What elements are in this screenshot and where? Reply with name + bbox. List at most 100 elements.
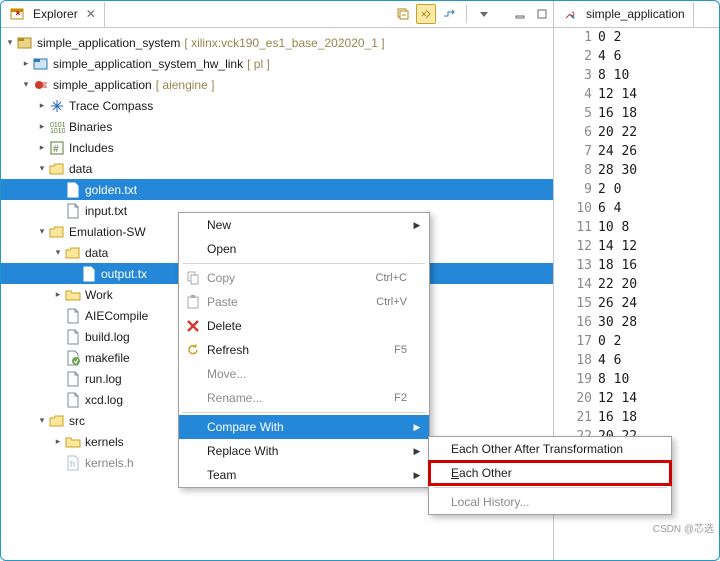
tree-item-label: simple_application (53, 78, 156, 92)
project-icon (17, 35, 33, 51)
ctx-move[interactable]: Move... (179, 362, 429, 386)
sm-item-label: Each Other (451, 466, 512, 480)
file-icon (65, 308, 81, 324)
tools-icon (562, 6, 578, 22)
ctx-compare[interactable]: Compare With▶ (179, 415, 429, 439)
file-icon (65, 371, 81, 387)
sm-each-other[interactable]: Each Other (429, 461, 671, 485)
delete-icon (183, 318, 203, 334)
toolbar-separator (466, 5, 467, 23)
file-icon (65, 329, 81, 345)
focus-task-button[interactable] (440, 5, 458, 23)
refresh-icon (183, 342, 203, 358)
collapse-all-button[interactable] (394, 5, 412, 23)
view-menu-button[interactable] (475, 5, 493, 23)
twisty-icon[interactable]: ▸ (51, 436, 65, 447)
sm-each-other-after[interactable]: Each Other After Transformation (429, 437, 671, 461)
tree-item-label: run.log (85, 372, 126, 386)
twisty-icon[interactable]: ▸ (35, 121, 49, 132)
tree-item-label: golden.txt (85, 183, 141, 197)
ctx-refresh[interactable]: RefreshF5 (179, 338, 429, 362)
tree-item-label: kernels (85, 435, 128, 449)
ctx-item-accel: F5 (394, 344, 411, 356)
ctx-item-label: Paste (203, 295, 376, 309)
minimize-button[interactable] (511, 5, 529, 23)
ctx-new[interactable]: New▶ (179, 213, 429, 237)
ctx-paste[interactable]: PasteCtrl+V (179, 290, 429, 314)
inc-icon: # (49, 140, 65, 156)
ctx-item-label: Compare With (203, 420, 411, 434)
link-editor-button[interactable] (416, 4, 436, 24)
svg-text:1010: 1010 (50, 128, 65, 135)
project-hw-link[interactable]: ▸simple_application_system_hw_link[ pl ] (1, 53, 553, 74)
tree-item-annotation: [ aiengine ] (156, 78, 215, 92)
ctx-item-accel: Ctrl+V (376, 296, 411, 308)
twisty-icon[interactable]: ▾ (35, 163, 49, 174)
editor-tab[interactable]: simple_application (554, 2, 694, 27)
folder-data[interactable]: ▾ data (1, 158, 553, 179)
paste-icon (183, 294, 203, 310)
editor-tabbar: simple_application (554, 1, 719, 28)
twisty-icon[interactable]: ▾ (35, 226, 49, 237)
ctx-replace[interactable]: Replace With▶ (179, 439, 429, 463)
twisty-icon[interactable]: ▸ (35, 100, 49, 111)
tree-item-label: Binaries (69, 120, 116, 134)
folder-open-icon (49, 413, 65, 429)
folder-icon (65, 287, 81, 303)
explorer-tab[interactable]: Explorer ✕ (1, 2, 105, 27)
sm-item-label: Local History... (451, 495, 529, 509)
twisty-icon[interactable]: ▸ (51, 289, 65, 300)
folder-open-icon (65, 245, 81, 261)
compare-submenu: Each Other After Transformation Each Othe… (428, 436, 672, 515)
file-icon (65, 392, 81, 408)
watermark: CSDN @芯选 (653, 520, 714, 535)
ctx-rename[interactable]: Rename...F2 (179, 386, 429, 410)
tree-item-label: simple_application_system_hw_link (53, 57, 247, 71)
tree-item-label: Trace Compass (69, 99, 157, 113)
file-golden[interactable]: golden.txt (1, 179, 553, 200)
ctx-team[interactable]: Team▶ (179, 463, 429, 487)
hfile-icon: h (65, 455, 81, 471)
submenu-arrow-icon: ▶ (411, 220, 423, 231)
ctx-delete[interactable]: Delete (179, 314, 429, 338)
twisty-icon[interactable]: ▸ (35, 142, 49, 153)
ctx-copy[interactable]: CopyCtrl+C (179, 266, 429, 290)
explorer-tab-label: Explorer (33, 7, 78, 21)
context-menu: New▶OpenCopyCtrl+CPasteCtrl+VDeleteRefre… (178, 212, 430, 488)
ctx-item-label: Open (203, 242, 411, 256)
submenu-arrow-icon: ▶ (411, 446, 423, 457)
ctx-open[interactable]: Open (179, 237, 429, 261)
includes[interactable]: ▸# Includes (1, 137, 553, 158)
maximize-button[interactable] (533, 5, 551, 23)
twisty-icon[interactable]: ▸ (19, 58, 33, 69)
explorer-tabbar: Explorer ✕ (1, 1, 553, 28)
twisty-icon[interactable]: ▾ (51, 247, 65, 258)
project-red-icon (33, 77, 49, 93)
project-blue-icon (33, 56, 49, 72)
tree-item-label: data (69, 162, 96, 176)
tree-item-label: makefile (85, 351, 134, 365)
file-icon (65, 203, 81, 219)
twisty-icon[interactable]: ▾ (35, 415, 49, 426)
ctx-item-label: Refresh (203, 343, 394, 357)
ctx-item-label: Rename... (203, 391, 394, 405)
folder-icon (65, 434, 81, 450)
tree-item-label: data (85, 246, 112, 260)
copy-icon (183, 270, 203, 286)
tree-item-label: output.tx (101, 267, 151, 281)
ctx-item-label: Delete (203, 319, 411, 333)
project-aie[interactable]: ▾ simple_application[ aiengine ] (1, 74, 553, 95)
twisty-icon[interactable]: ▾ (3, 37, 17, 48)
sm-item-label: Each Other After Transformation (451, 442, 623, 456)
tree-item-label: simple_application_system (37, 36, 184, 50)
folder-open-icon (49, 161, 65, 177)
twisty-icon[interactable]: ▾ (19, 79, 33, 90)
trace-compass[interactable]: ▸ Trace Compass (1, 95, 553, 116)
close-icon[interactable]: ✕ (86, 7, 96, 21)
binaries[interactable]: ▸01011010Binaries (1, 116, 553, 137)
project-root[interactable]: ▾simple_application_system[ xilinx:vck19… (1, 32, 553, 53)
tree-item-label: Includes (69, 141, 118, 155)
trace-icon (49, 98, 65, 114)
make-icon (65, 350, 81, 366)
ctx-item-label: Copy (203, 271, 376, 285)
